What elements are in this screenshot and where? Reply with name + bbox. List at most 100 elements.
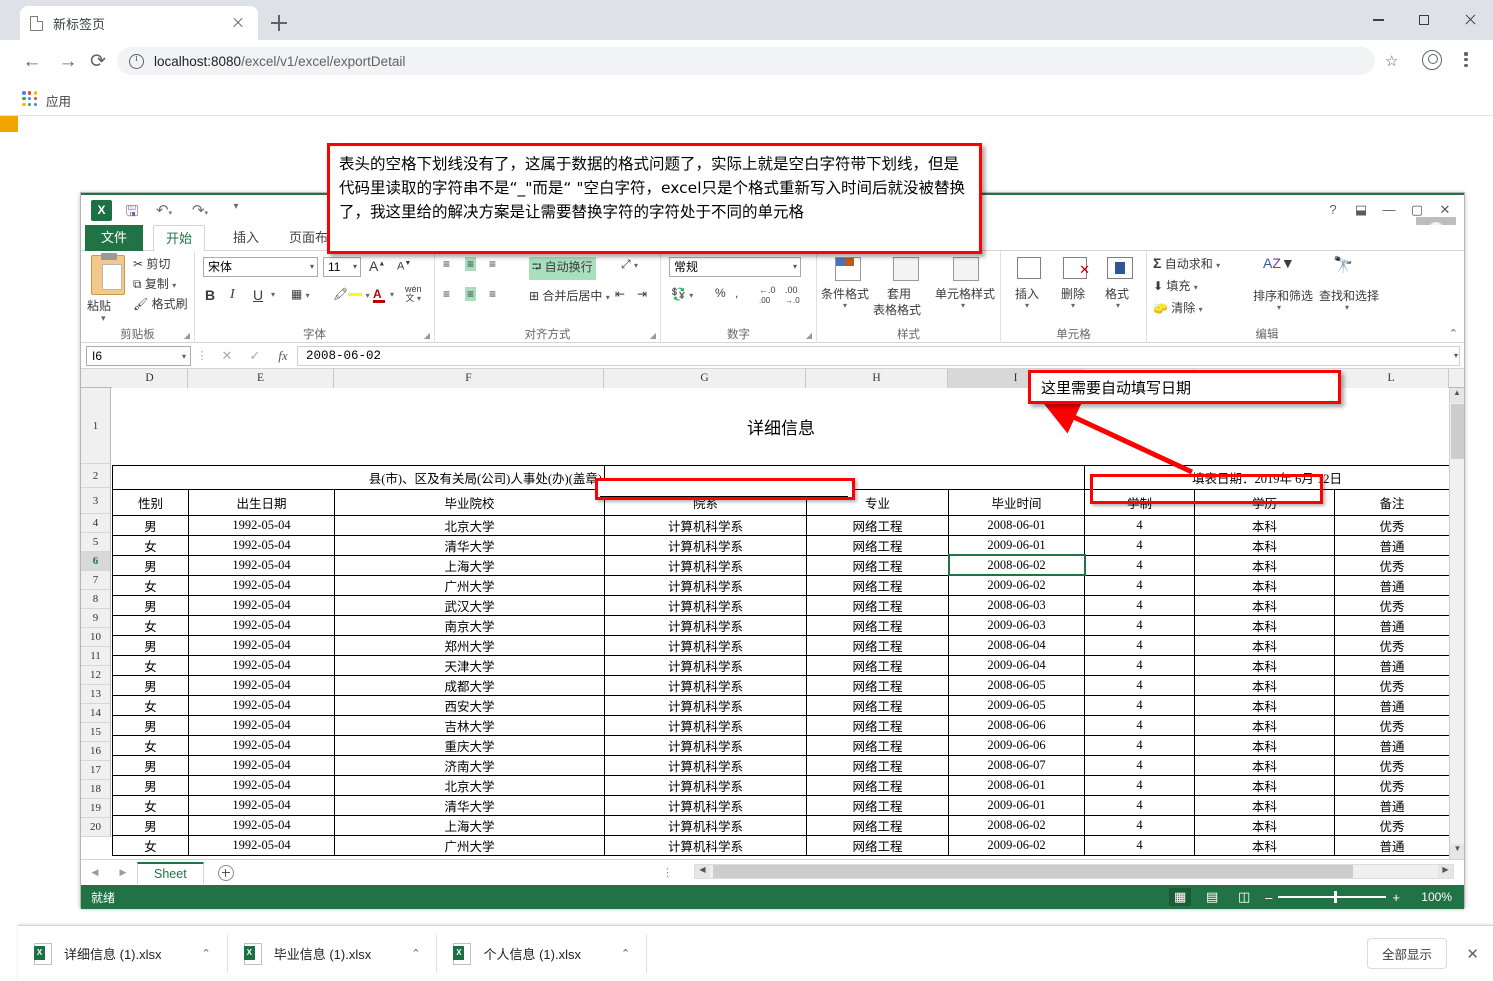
- wrap-text-button[interactable]: ⮒ 自动换行: [529, 257, 596, 280]
- column-title-0[interactable]: 性别: [112, 488, 189, 516]
- data-cell[interactable]: 女: [112, 734, 189, 756]
- paste-label[interactable]: 粘贴: [87, 297, 111, 314]
- currency-icon[interactable]: 💱 ▾: [671, 287, 693, 301]
- maximize-button[interactable]: [1401, 0, 1447, 40]
- data-cell[interactable]: 计算机科学系: [604, 714, 807, 736]
- insert-function-icon[interactable]: fx: [269, 348, 297, 364]
- row-header-9[interactable]: 9: [81, 609, 110, 628]
- data-cell[interactable]: 1992-05-04: [188, 734, 335, 756]
- forward-icon[interactable]: →: [56, 50, 80, 74]
- delete-dropdown-icon[interactable]: ▾: [1071, 301, 1075, 310]
- data-cell[interactable]: 清华大学: [334, 794, 605, 816]
- data-cell[interactable]: 优秀: [1333, 814, 1451, 836]
- data-cell[interactable]: 1992-05-04: [188, 674, 335, 696]
- delete-cells-label[interactable]: 删除: [1061, 285, 1085, 302]
- data-cell[interactable]: 网络工程: [806, 634, 949, 656]
- data-cell[interactable]: 女: [112, 834, 189, 856]
- insert-cells-label[interactable]: 插入: [1015, 285, 1039, 302]
- reload-icon[interactable]: ⟳: [86, 50, 110, 74]
- row-header-17[interactable]: 17: [81, 761, 110, 780]
- font-dialog-launcher-icon[interactable]: ◢: [424, 331, 430, 340]
- data-cell[interactable]: 1992-05-04: [188, 774, 335, 796]
- selected-cell[interactable]: 2008-06-02: [947, 554, 1086, 576]
- increase-font-size-icon[interactable]: A▲: [369, 258, 385, 274]
- ribbon-display-options-icon[interactable]: ⬓: [1348, 198, 1374, 222]
- address-bar[interactable]: localhost:8080/excel/v1/excel/exportDeta…: [117, 47, 1375, 75]
- row-header-12[interactable]: 12: [81, 666, 110, 685]
- paste-dropdown-icon[interactable]: ▾: [101, 313, 106, 324]
- column-header-L[interactable]: L: [1334, 369, 1449, 388]
- conditional-formatting-icon[interactable]: [835, 257, 861, 281]
- minimize-button[interactable]: [1355, 0, 1401, 40]
- align-right-icon[interactable]: ≡: [489, 287, 496, 301]
- new-tab-icon[interactable]: [268, 12, 290, 34]
- data-cell[interactable]: 优秀: [1333, 634, 1451, 656]
- autosum-button[interactable]: Σ 自动求和 ▾: [1153, 255, 1220, 272]
- data-cell[interactable]: 上海大学: [334, 814, 605, 836]
- apps-grid-icon[interactable]: [22, 91, 38, 107]
- increase-decimal-icon[interactable]: ←.0.00: [759, 285, 776, 305]
- data-cell[interactable]: 计算机科学系: [604, 694, 807, 716]
- row-header-15[interactable]: 15: [81, 723, 110, 742]
- data-cell[interactable]: 网络工程: [806, 694, 949, 716]
- zoom-percent-label[interactable]: 100%: [1410, 890, 1452, 904]
- data-cell[interactable]: 4: [1084, 714, 1195, 736]
- clipboard-dialog-launcher-icon[interactable]: ◢: [184, 331, 190, 340]
- row-header-5[interactable]: 5: [81, 533, 110, 552]
- data-cell[interactable]: 计算机科学系: [604, 834, 807, 856]
- data-cell[interactable]: 计算机科学系: [604, 794, 807, 816]
- data-cell[interactable]: 1992-05-04: [188, 614, 335, 636]
- merge-center-button[interactable]: ⊞ 合并后居中 ▾: [529, 287, 610, 304]
- help-icon[interactable]: ?: [1320, 198, 1346, 222]
- data-cell[interactable]: 女: [112, 694, 189, 716]
- row-header-3[interactable]: 3: [81, 488, 110, 514]
- fill-button[interactable]: ⬇ 填充 ▾: [1153, 277, 1198, 294]
- orientation-icon[interactable]: ⤢ ▾: [621, 257, 638, 272]
- data-cell[interactable]: 本科: [1194, 534, 1335, 556]
- horizontal-scrollbar[interactable]: ◀ ▶: [694, 864, 1454, 879]
- row-header-1[interactable]: 1: [81, 388, 110, 464]
- row-header-16[interactable]: 16: [81, 742, 110, 761]
- download-item[interactable]: 个人信息 (1).xlsx ⌃: [437, 934, 648, 973]
- column-title-1[interactable]: 出生日期: [188, 488, 335, 516]
- format-as-table-icon[interactable]: [893, 257, 919, 281]
- scroll-up-icon[interactable]: ▲: [1450, 388, 1464, 403]
- data-cell[interactable]: 网络工程: [806, 774, 949, 796]
- cancel-entry-icon[interactable]: ✕: [213, 348, 241, 364]
- align-top-icon[interactable]: ≡: [443, 257, 450, 271]
- data-cell[interactable]: 天津大学: [334, 654, 605, 676]
- data-cell[interactable]: 2009-06-05: [948, 694, 1085, 716]
- data-cell[interactable]: 男: [112, 774, 189, 796]
- data-cell[interactable]: 本科: [1194, 794, 1335, 816]
- sort-filter-dropdown-icon[interactable]: ▾: [1277, 303, 1281, 312]
- data-cell[interactable]: 男: [112, 594, 189, 616]
- data-cell[interactable]: 南京大学: [334, 614, 605, 636]
- data-cell[interactable]: 男: [112, 754, 189, 776]
- data-cell[interactable]: 本科: [1194, 774, 1335, 796]
- data-cell[interactable]: 1992-05-04: [188, 714, 335, 736]
- data-cell[interactable]: 计算机科学系: [604, 614, 807, 636]
- data-cell[interactable]: 优秀: [1333, 514, 1451, 536]
- row-header-10[interactable]: 10: [81, 628, 110, 647]
- cell-styles-label[interactable]: 单元格样式: [935, 285, 995, 302]
- data-cell[interactable]: 网络工程: [806, 714, 949, 736]
- scroll-left-icon[interactable]: ◀: [695, 865, 710, 878]
- data-cell[interactable]: 2009-06-02: [948, 834, 1085, 856]
- align-middle-icon[interactable]: ≡: [465, 257, 477, 271]
- data-cell[interactable]: 网络工程: [806, 814, 949, 836]
- collapse-ribbon-icon[interactable]: ⌃: [1449, 327, 1458, 340]
- column-header-G[interactable]: G: [604, 369, 806, 388]
- page-layout-view-icon[interactable]: ▤: [1201, 888, 1223, 906]
- data-cell[interactable]: 网络工程: [806, 734, 949, 756]
- site-info-icon[interactable]: [129, 53, 144, 69]
- column-header-D[interactable]: D: [112, 369, 188, 388]
- format-as-table-label-1[interactable]: 套用: [887, 285, 911, 302]
- data-cell[interactable]: 普通: [1333, 614, 1451, 636]
- find-select-label[interactable]: 查找和选择: [1319, 287, 1379, 304]
- decrease-font-size-icon[interactable]: A▼: [397, 260, 411, 273]
- data-cell[interactable]: 济南大学: [334, 754, 605, 776]
- tab-insert[interactable]: 插入: [221, 225, 271, 251]
- data-cell[interactable]: 4: [1084, 674, 1195, 696]
- column-header-E[interactable]: E: [188, 369, 334, 388]
- format-as-table-label-2[interactable]: 表格格式: [873, 301, 921, 318]
